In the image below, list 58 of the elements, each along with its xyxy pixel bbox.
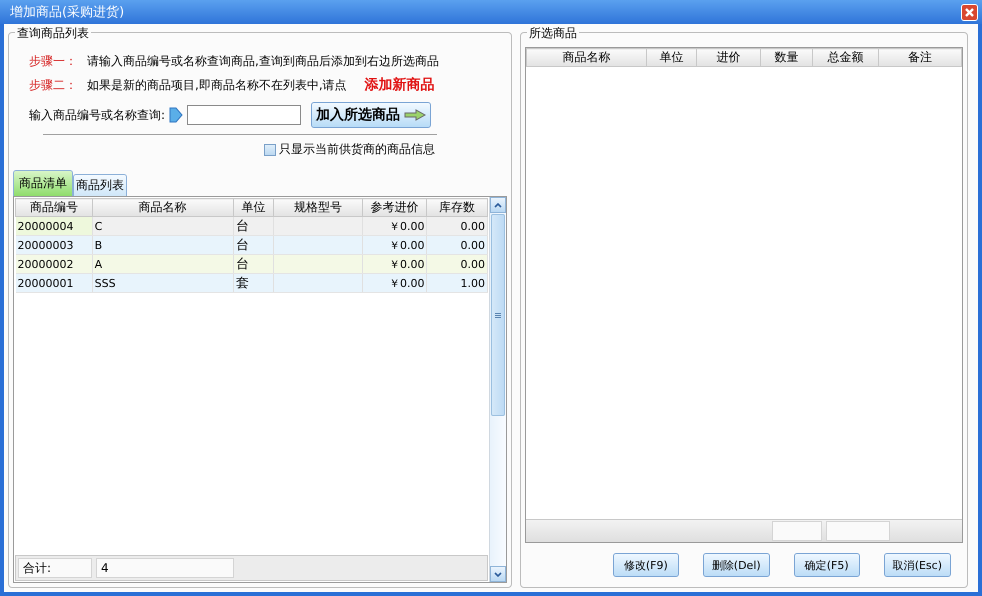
tab[interactable]: 商品清单 [13, 170, 73, 196]
step-label: 步骤一： [29, 53, 77, 70]
column-header[interactable]: 库存数 [426, 198, 488, 216]
close-icon [964, 6, 975, 18]
table-cell: A [92, 254, 234, 274]
checkbox-label: 只显示当前供货商的商品信息 [279, 141, 435, 158]
column-header[interactable]: 商品编号 [16, 198, 92, 216]
column-header[interactable]: 参考进价 [362, 198, 427, 216]
tab[interactable]: 商品列表 [73, 174, 127, 196]
action-button[interactable]: 确定(F5) [794, 553, 860, 577]
column-header[interactable]: 单位 [233, 198, 274, 216]
table-cell: ￥0.00 [362, 274, 427, 292]
table-cell: 0.00 [426, 236, 488, 254]
column-header[interactable]: 备注 [878, 48, 962, 66]
table-cell: ￥0.00 [362, 236, 427, 254]
panel-title: 查询商品列表 [15, 25, 91, 42]
column-header[interactable]: 商品名称 [526, 48, 646, 66]
action-button[interactable]: 修改(F9) [612, 553, 679, 577]
table-cell: SSS [92, 274, 234, 292]
table-cell: B [92, 236, 234, 254]
table-cell: 20000003 [16, 236, 92, 254]
scrollbar[interactable] [489, 197, 506, 582]
table-cell: 套 [233, 274, 274, 292]
arrow-icon [404, 109, 426, 121]
close-button[interactable] [961, 4, 978, 20]
column-header[interactable]: 单位 [646, 48, 697, 66]
add-selected-button[interactable]: 加入所选商品 [311, 102, 432, 128]
total-label: 合计: [18, 558, 92, 578]
table-cell: 台 [233, 216, 274, 236]
column-header[interactable]: 进价 [696, 48, 760, 66]
column-header[interactable]: 总金额 [812, 48, 878, 66]
table-cell: ￥0.00 [362, 254, 427, 274]
table-cell: 台 [233, 236, 274, 254]
table-cell: C [92, 216, 234, 236]
action-button[interactable]: 删除(Del) [702, 553, 770, 577]
column-header[interactable]: 规格型号 [274, 198, 362, 216]
checkbox[interactable] [264, 144, 276, 156]
step-text: 如果是新的商品项目,即商品名称不在列表中,请点 [87, 77, 347, 94]
grip-icon [495, 312, 501, 318]
table-cell: 1.00 [426, 274, 488, 292]
total-count: 4 [96, 558, 234, 578]
column-header[interactable]: 数量 [760, 48, 813, 66]
table-cell: 0.00 [426, 216, 488, 236]
table-cell: 20000001 [16, 274, 92, 292]
table-cell: 台 [233, 254, 274, 274]
table-cell: ￥0.00 [362, 216, 427, 236]
column-header[interactable]: 商品名称 [92, 198, 234, 216]
table-cell: 20000002 [16, 254, 92, 274]
step-label: 步骤二： [29, 77, 77, 94]
action-button[interactable]: 取消(Esc) [884, 553, 951, 577]
add-new-product-link[interactable]: 添加新商品 [364, 76, 435, 94]
search-field[interactable] [187, 105, 302, 125]
arrow-icon [169, 107, 184, 123]
table-cell: 0.00 [426, 254, 488, 274]
window-title: 增加商品(采购进货) [10, 4, 124, 21]
search-label: 输入商品编号或名称查询: [29, 106, 166, 124]
table-cell: 20000004 [16, 216, 92, 236]
step-text: 请输入商品编号或名称查询商品,查询到商品后添加到右边所选商品 [87, 53, 439, 70]
